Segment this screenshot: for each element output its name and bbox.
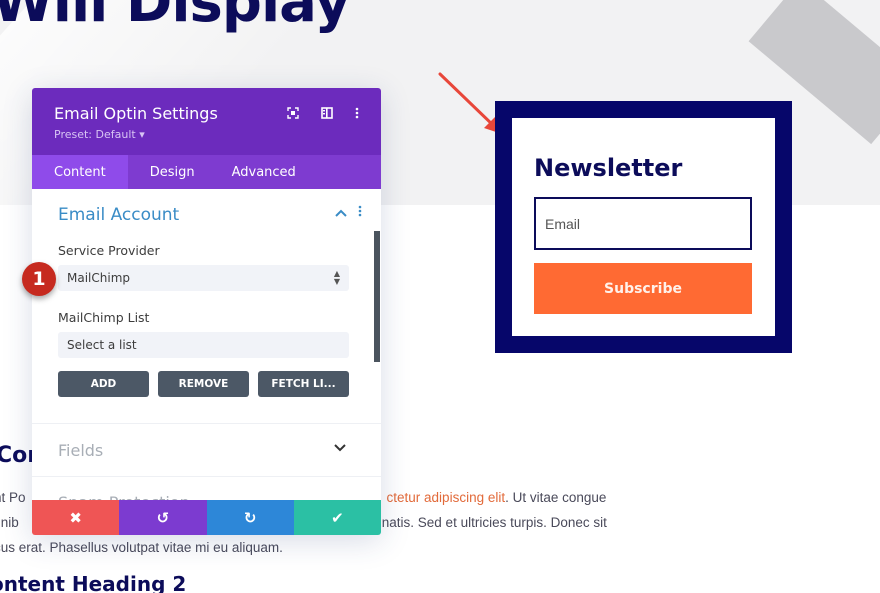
- service-provider-label: Service Provider: [58, 243, 160, 258]
- paragraph-text: finib: [0, 515, 19, 530]
- redo-icon: ↻: [243, 508, 257, 527]
- chevron-up-icon[interactable]: [335, 206, 347, 221]
- panel-title: Email Optin Settings: [54, 104, 218, 123]
- paragraph-text: . Ut vitae congue: [505, 490, 607, 505]
- tab-design[interactable]: Design: [128, 155, 195, 189]
- mailchimp-list-select[interactable]: Select a list: [58, 332, 349, 358]
- paragraph-text: natis. Sed et ultricies turpis. Donec si…: [381, 515, 607, 530]
- panel-scrollbar[interactable]: [374, 231, 380, 362]
- chevron-down-icon[interactable]: [334, 441, 346, 456]
- save-button[interactable]: ✔: [293, 500, 381, 535]
- mailchimp-list-value: Select a list: [67, 338, 137, 352]
- section-options-icon[interactable]: [358, 205, 362, 221]
- section-fields-title[interactable]: Fields: [58, 441, 103, 460]
- panel-action-bar: ✖ ↺ ↻ ✔: [32, 500, 381, 535]
- redo-button[interactable]: ↻: [206, 500, 294, 535]
- paragraph-text: nt Po: [0, 490, 26, 505]
- split-view-icon[interactable]: [319, 105, 335, 121]
- step-number-badge: 1: [22, 262, 56, 296]
- section-divider: [32, 476, 381, 477]
- email-input[interactable]: Email: [534, 197, 752, 250]
- fetch-lists-button[interactable]: FETCH LI...: [258, 371, 349, 397]
- newsletter-title: Newsletter: [534, 154, 683, 182]
- service-provider-select[interactable]: MailChimp ▲ ▼: [58, 265, 349, 291]
- section-divider: [32, 423, 381, 424]
- subscribe-button[interactable]: Subscribe: [534, 263, 752, 314]
- more-options-icon[interactable]: [349, 105, 365, 121]
- checkmark-icon: ✔: [331, 508, 344, 527]
- expand-icon[interactable]: [285, 105, 301, 121]
- add-button[interactable]: ADD: [58, 371, 149, 397]
- newsletter-inner: Newsletter Email Subscribe: [512, 118, 775, 336]
- tab-advanced[interactable]: Advanced: [195, 155, 296, 189]
- service-provider-value: MailChimp: [67, 271, 130, 285]
- content-heading-2: ontent Heading 2: [0, 572, 187, 593]
- newsletter-optin-module: Newsletter Email Subscribe: [495, 101, 792, 353]
- preset-dropdown[interactable]: Preset: Default ▾: [54, 128, 145, 141]
- section-email-account-title[interactable]: Email Account: [58, 205, 179, 225]
- close-icon: ✖: [69, 508, 82, 527]
- paragraph-link[interactable]: ctetur adipiscing elit: [387, 490, 506, 505]
- select-arrows-icon: ▲ ▼: [333, 269, 340, 286]
- paragraph-line-3: cus erat. Phasellus volutpat vitae mi eu…: [0, 540, 283, 555]
- email-optin-settings-panel: Email Optin Settings Preset: Default ▾ C…: [32, 88, 381, 535]
- hero-title: Will Display: [0, 0, 351, 35]
- undo-button[interactable]: ↺: [119, 500, 207, 535]
- tab-content[interactable]: Content: [32, 155, 128, 189]
- remove-button[interactable]: REMOVE: [158, 371, 249, 397]
- mailchimp-list-label: MailChimp List: [58, 310, 150, 325]
- panel-header[interactable]: Email Optin Settings Preset: Default ▾: [32, 88, 381, 155]
- panel-tabs: Content Design Advanced: [32, 155, 381, 189]
- discard-button[interactable]: ✖: [32, 500, 120, 535]
- undo-icon: ↺: [156, 508, 170, 527]
